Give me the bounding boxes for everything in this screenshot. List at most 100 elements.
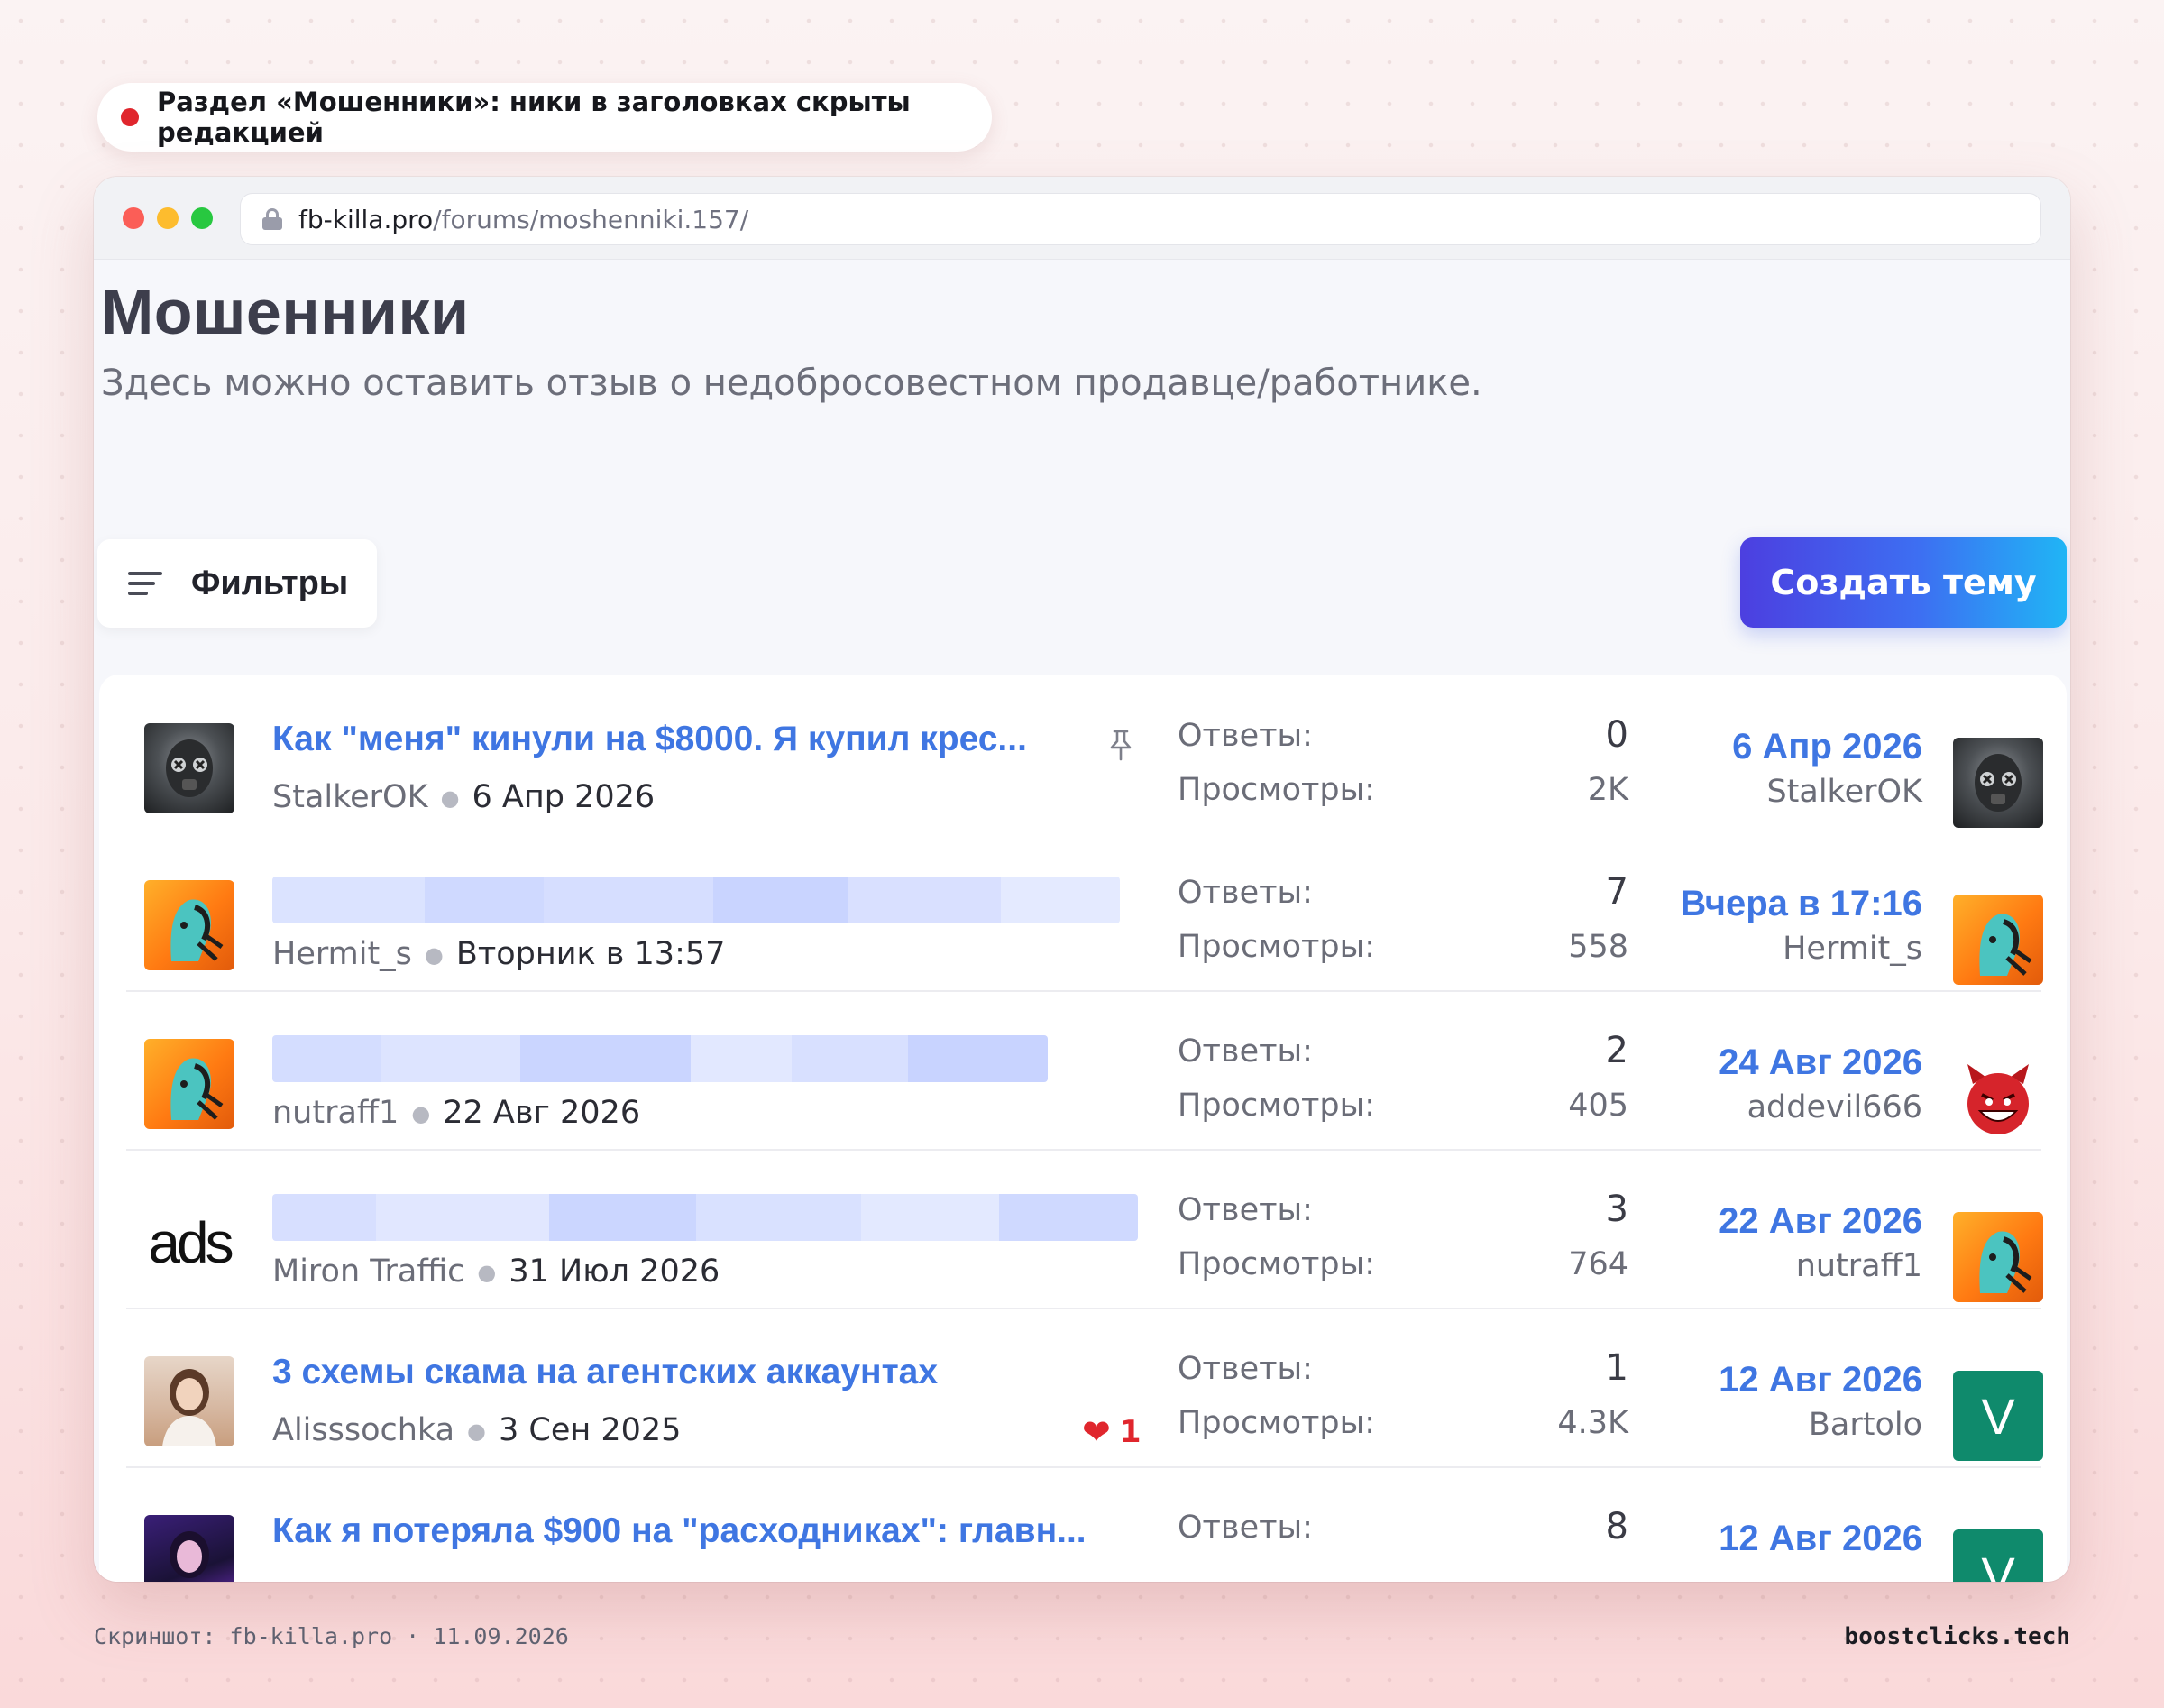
thread-list: Как "меня" кинули на $8000. Я купил крес… [99, 675, 2067, 1582]
lock-icon [262, 208, 282, 230]
replies-count: 7 [1605, 871, 1628, 913]
photo-avatar-icon[interactable] [144, 1515, 234, 1582]
last-post-user-link[interactable]: StalkerOK [1766, 774, 1922, 810]
replies-count: 0 [1605, 714, 1628, 756]
row-divider [126, 1149, 2041, 1151]
thread-title-link[interactable]: 3 схемы скама на агентских аккаунтах [272, 1353, 1048, 1392]
replies-count: 3 [1605, 1189, 1628, 1230]
replies-label: Ответы: [1178, 718, 1313, 754]
hidden-thread-title[interactable] [272, 1035, 1048, 1082]
thread-row[interactable]: nutraff1 ● 22 Авг 2026 Ответы: 2 Просмотры… [99, 990, 2067, 1150]
thread-title-link[interactable]: Как "меня" кинули на $8000. Я купил крес… [272, 720, 1066, 759]
thread-meta: StalkerOK ● 6 Апр 2026 [272, 779, 656, 815]
url-host: fb-killa.pro [298, 204, 434, 234]
page-description: Здесь можно оставить отзыв о недобросове… [101, 363, 1482, 404]
last-post-date-link[interactable]: 22 Авг 2026 [1719, 1201, 1922, 1242]
thread-meta: Hermit_s ● Вторник в 13:57 [272, 936, 726, 972]
browser-window: fb-killa.pro/forums/moshenniki.157/ Моше… [94, 177, 2070, 1582]
letter-avatar[interactable]: V [1953, 1529, 2043, 1582]
robot-head-avatar-icon[interactable] [1953, 1212, 2043, 1302]
views-count: 2K [1587, 772, 1628, 808]
views-count: 558 [1568, 929, 1628, 965]
thread-date: 31 Июл 2026 [509, 1253, 720, 1290]
replies-label: Ответы: [1178, 1510, 1313, 1546]
filters-label: Фильтры [191, 564, 349, 602]
views-label: Просмотры: [1178, 1405, 1376, 1441]
views-label: Просмотры: [1178, 1088, 1376, 1124]
filter-lines-icon [128, 572, 162, 595]
thread-author-link[interactable]: StalkerOK [272, 779, 428, 815]
ads-logo[interactable]: ads [144, 1198, 234, 1288]
last-post-user-link[interactable]: addevil666 [1747, 1089, 1922, 1125]
robot-head-avatar-icon[interactable] [144, 880, 234, 970]
address-bar[interactable]: fb-killa.pro/forums/moshenniki.157/ [240, 193, 2041, 245]
last-post-user-link[interactable]: Hermit_s [1783, 931, 1922, 967]
replies-count: 2 [1605, 1030, 1628, 1071]
heart-icon: ❤ [1082, 1412, 1111, 1452]
replies-count: 8 [1605, 1506, 1628, 1547]
robot-head-avatar-icon[interactable] [144, 1039, 234, 1129]
thread-title-link[interactable]: Как я потеряла $900 на "расходниках": гл… [272, 1511, 1120, 1551]
close-window-button[interactable] [123, 207, 144, 229]
photo-avatar-icon[interactable] [144, 1356, 234, 1446]
gasmask-avatar-icon[interactable] [144, 723, 234, 813]
row-divider [126, 1308, 2041, 1309]
source-credit: boostclicks.tech [1844, 1623, 2070, 1650]
views-label: Просмотры: [1178, 929, 1376, 965]
thread-row[interactable]: 3 схемы скама на агентских аккаунтах Ali… [99, 1308, 2067, 1467]
page-title: Мошенники [101, 277, 470, 347]
views-count: 764 [1568, 1246, 1628, 1282]
red-dot-icon [121, 108, 139, 126]
last-post-user-link[interactable]: Bartolo [1809, 1407, 1922, 1443]
hidden-thread-title[interactable] [272, 1194, 1138, 1241]
row-divider [126, 1466, 2041, 1468]
thread-row[interactable]: Как "меня" кинули на $8000. Я купил крес… [99, 675, 2067, 834]
create-thread-button[interactable]: Создать тему [1740, 537, 2067, 628]
last-post-date-link[interactable]: 6 Апр 2026 [1732, 727, 1922, 767]
replies-label: Ответы: [1178, 1351, 1313, 1387]
minimize-window-button[interactable] [157, 207, 179, 229]
thread-author-link[interactable]: Hermit_s [272, 936, 412, 972]
thread-row[interactable]: Hermit_s ● Вторник в 13:57 Ответы: 7 Просм… [99, 831, 2067, 991]
last-post-date-link[interactable]: Вчера в 17:16 [1680, 884, 1922, 924]
thread-author-link[interactable]: nutraff1 [272, 1095, 399, 1131]
row-divider [126, 990, 2041, 992]
last-post-user-link[interactable]: nutraff1 [1796, 1248, 1922, 1284]
devil-face-icon[interactable] [1953, 1053, 2043, 1143]
screenshot-caption: Скриншот: fb-killa.pro · 11.09.2026 [94, 1623, 569, 1649]
thread-row[interactable]: ads Miron Traffic ● 31 Июл 2026 Ответы: 3 … [99, 1149, 2067, 1309]
hidden-thread-title[interactable] [272, 877, 1120, 923]
thread-date: 6 Апр 2026 [472, 779, 656, 815]
thread-date: 3 Сен 2025 [499, 1412, 682, 1448]
views-count: 4.3K [1557, 1405, 1628, 1441]
thread-date: 22 Авг 2026 [443, 1095, 641, 1131]
gasmask-avatar-icon[interactable] [1953, 738, 2043, 828]
replies-label: Ответы: [1178, 1033, 1313, 1070]
views-label: Просмотры: [1178, 1246, 1376, 1282]
browser-toolbar: fb-killa.pro/forums/moshenniki.157/ [94, 177, 2070, 260]
replies-count: 1 [1605, 1347, 1628, 1389]
letter-avatar[interactable]: V [1953, 1371, 2043, 1461]
thread-author-link[interactable]: Miron Traffic [272, 1253, 464, 1290]
last-post-date-link[interactable]: 12 Авг 2026 [1719, 1519, 1922, 1559]
filters-button[interactable]: Фильтры [97, 539, 377, 628]
thread-row[interactable]: Как я потеряла $900 на "расходниках": гл… [99, 1466, 2067, 1582]
thread-date: Вторник в 13:57 [455, 936, 726, 972]
likes-counter[interactable]: ❤ 1 [1082, 1412, 1142, 1452]
editorial-notice: Раздел «Мошенники»: ники в заголовках ск… [97, 83, 992, 152]
thread-meta: Alisssochka ● 3 Сен 2025 [272, 1412, 682, 1448]
maximize-window-button[interactable] [191, 207, 213, 229]
replies-label: Ответы: [1178, 1192, 1313, 1228]
likes-count: 1 [1119, 1414, 1142, 1450]
thread-author-link[interactable]: Alisssochka [272, 1412, 454, 1448]
last-post-date-link[interactable]: 12 Авг 2026 [1719, 1360, 1922, 1400]
robot-head-avatar-icon[interactable] [1953, 895, 2043, 985]
pin-icon [1110, 730, 1132, 761]
url-path: /forums/moshenniki.157/ [433, 204, 749, 234]
views-count: 405 [1568, 1088, 1628, 1124]
thread-meta: nutraff1 ● 22 Авг 2026 [272, 1095, 641, 1131]
notice-text: Раздел «Мошенники»: ники в заголовках ск… [157, 87, 911, 148]
views-label: Просмотры: [1178, 772, 1376, 808]
last-post-date-link[interactable]: 24 Авг 2026 [1719, 1042, 1922, 1083]
thread-meta: Miron Traffic ● 31 Июл 2026 [272, 1253, 720, 1290]
